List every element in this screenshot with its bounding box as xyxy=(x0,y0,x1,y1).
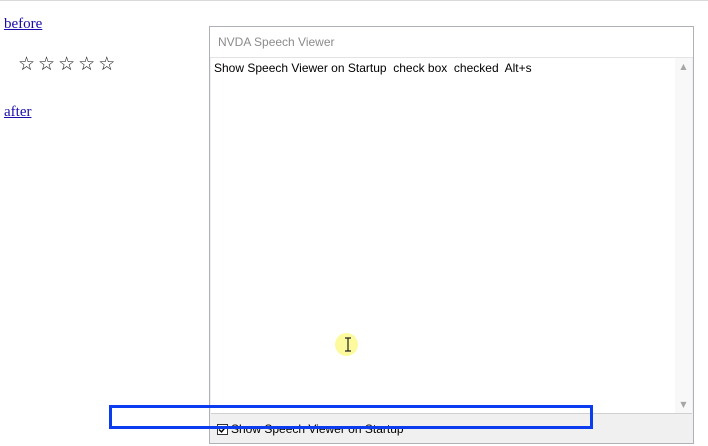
after-link[interactable]: after xyxy=(4,104,31,121)
window-title: NVDA Speech Viewer xyxy=(218,35,335,49)
speech-viewer-titlebar[interactable]: NVDA Speech Viewer xyxy=(210,27,693,58)
top-divider xyxy=(0,0,708,1)
scroll-up-icon[interactable]: ▲ xyxy=(675,58,692,75)
focus-highlight xyxy=(109,405,593,429)
star-3-icon[interactable]: ☆ xyxy=(58,53,75,75)
scroll-down-icon[interactable]: ▼ xyxy=(675,396,692,413)
speech-output-textarea[interactable]: Show Speech Viewer on Startup check box … xyxy=(211,58,692,414)
star-5-icon[interactable]: ☆ xyxy=(98,53,115,75)
star-1-icon[interactable]: ☆ xyxy=(18,53,35,75)
before-link[interactable]: before xyxy=(4,16,42,33)
star-rating[interactable]: ☆ ☆ ☆ ☆ ☆ xyxy=(18,53,115,75)
star-4-icon[interactable]: ☆ xyxy=(78,53,95,75)
vertical-scrollbar[interactable]: ▲ ▼ xyxy=(675,58,692,413)
speech-output-text: Show Speech Viewer on Startup check box … xyxy=(214,61,532,75)
text-cursor-icon xyxy=(345,337,351,352)
star-2-icon[interactable]: ☆ xyxy=(38,53,55,75)
speech-viewer-window: NVDA Speech Viewer Show Speech Viewer on… xyxy=(209,26,694,444)
